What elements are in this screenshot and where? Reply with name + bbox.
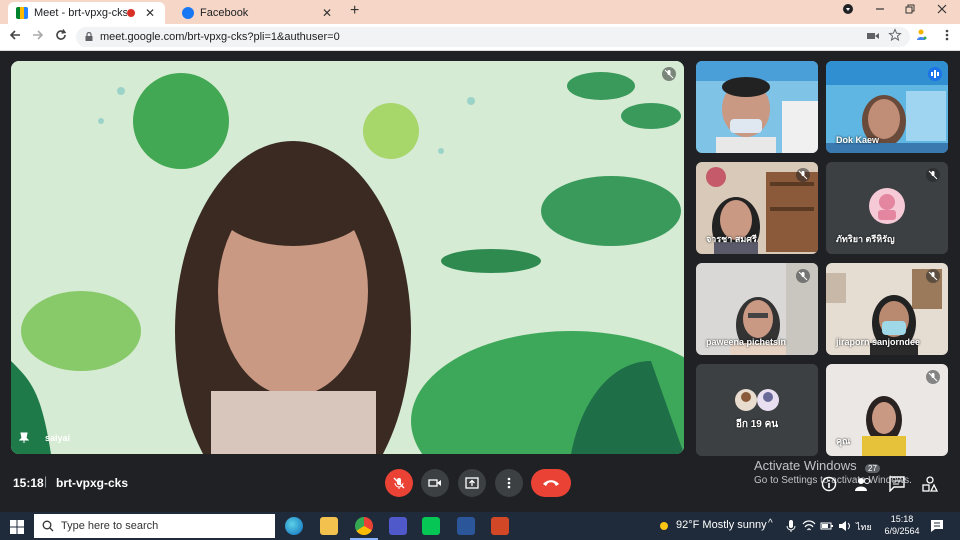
participant-tile-2[interactable]: Dok Kaew bbox=[826, 61, 948, 153]
browser-tab-strip: Meet - brt-vpxg-cks ✕ Facebook ✕ + bbox=[0, 0, 960, 24]
file-explorer-icon[interactable] bbox=[320, 517, 338, 535]
others-tile[interactable]: อีก 19 คน bbox=[696, 364, 818, 456]
lock-icon bbox=[85, 32, 93, 41]
line-app-icon[interactable] bbox=[422, 517, 440, 535]
camera-in-use-icon[interactable] bbox=[864, 29, 882, 45]
edge-browser-icon[interactable] bbox=[285, 517, 303, 535]
participant-tile-1[interactable] bbox=[696, 61, 818, 153]
main-speaker-name: saiyai bbox=[45, 433, 71, 443]
volume-icon[interactable] bbox=[838, 520, 852, 532]
activate-windows-title: Activate Windows bbox=[754, 458, 857, 473]
present-screen-button[interactable] bbox=[458, 469, 486, 497]
facebook-icon bbox=[182, 7, 194, 19]
participant-name-2: Dok Kaew bbox=[836, 135, 880, 145]
participant-name-5: paweena pichetsin bbox=[706, 337, 787, 347]
participant-name-4: ภัทริยา ตรีหิรัญ bbox=[836, 234, 895, 244]
mic-off-icon bbox=[393, 477, 405, 489]
pin-icon bbox=[19, 432, 29, 443]
extension-icon[interactable] bbox=[912, 28, 930, 45]
tab-meet-title: Meet - brt-vpxg-cks bbox=[34, 7, 127, 19]
search-icon bbox=[42, 520, 54, 532]
main-mic-off-icon bbox=[662, 67, 676, 81]
google-meet-icon bbox=[16, 7, 28, 19]
people-icon[interactable] bbox=[855, 476, 871, 492]
recording-dot-icon bbox=[127, 9, 135, 17]
present-icon bbox=[465, 477, 479, 489]
participant-tile-3[interactable]: จารชา สมศรี bbox=[696, 162, 818, 254]
weather-sunny-icon bbox=[660, 522, 668, 530]
self-name: คุณ bbox=[836, 436, 851, 446]
minimize-window-button[interactable] bbox=[870, 3, 890, 18]
chat-icon[interactable] bbox=[889, 476, 905, 492]
profile-menu-icon[interactable] bbox=[838, 3, 858, 18]
microphone-tray-icon[interactable] bbox=[786, 519, 796, 533]
power-icon[interactable] bbox=[820, 520, 834, 532]
back-icon[interactable] bbox=[6, 28, 24, 45]
reload-icon[interactable] bbox=[52, 28, 70, 45]
close-tab-facebook-button[interactable]: ✕ bbox=[320, 6, 334, 20]
participant-name-6: jiraporn sanjorndee bbox=[836, 337, 921, 347]
participant-video-1 bbox=[696, 61, 818, 153]
windows-start-icon[interactable] bbox=[10, 520, 24, 534]
notifications-icon[interactable] bbox=[930, 519, 944, 533]
taskbar-date[interactable]: 6/9/2564 bbox=[880, 526, 924, 536]
participant-mic-off-icon-3 bbox=[796, 168, 810, 182]
tray-overflow-button[interactable]: ^ bbox=[768, 518, 773, 529]
main-speaker-label: saiyai bbox=[19, 432, 70, 444]
toggle-mic-button[interactable] bbox=[385, 469, 413, 497]
meeting-clock: 15:18 bbox=[13, 476, 44, 490]
bookmark-star-icon[interactable] bbox=[886, 28, 904, 45]
participant-mic-off-icon-6 bbox=[926, 269, 940, 283]
chrome-browser-icon[interactable] bbox=[355, 517, 373, 535]
tab-facebook-title: Facebook bbox=[200, 7, 249, 19]
word-icon[interactable] bbox=[457, 517, 475, 535]
url-text: meet.google.com/brt-vpxg-cks?pli=1&authu… bbox=[100, 31, 340, 43]
new-tab-button[interactable]: + bbox=[350, 2, 359, 20]
address-bar-row: meet.google.com/brt-vpxg-cks?pli=1&authu… bbox=[0, 24, 960, 51]
network-icon[interactable] bbox=[802, 520, 816, 532]
forward-icon[interactable] bbox=[29, 28, 47, 45]
meeting-details-icon[interactable] bbox=[821, 476, 837, 492]
meeting-code: brt-vpxg-cks bbox=[56, 476, 129, 490]
clock-separator: | bbox=[44, 474, 48, 488]
underwater-background-image bbox=[11, 61, 684, 454]
tab-facebook[interactable]: Facebook ✕ bbox=[174, 2, 342, 24]
others-avatars bbox=[696, 364, 818, 456]
weather-status[interactable]: 92°F Mostly sunny bbox=[676, 519, 767, 531]
more-vert-icon bbox=[507, 477, 511, 489]
powerpoint-icon[interactable] bbox=[491, 517, 509, 535]
participant-mic-off-icon-4 bbox=[926, 168, 940, 182]
activities-icon[interactable] bbox=[922, 476, 938, 492]
teams-icon[interactable] bbox=[389, 517, 407, 535]
taskbar-search-placeholder: Type here to search bbox=[61, 520, 159, 532]
tab-meet[interactable]: Meet - brt-vpxg-cks ✕ bbox=[8, 2, 165, 24]
taskbar-time[interactable]: 15:18 bbox=[886, 514, 918, 524]
others-count-label: อีก 19 คน bbox=[735, 419, 779, 430]
participant-mic-off-icon-5 bbox=[796, 269, 810, 283]
participant-count-badge: 27 bbox=[865, 464, 880, 473]
camera-icon bbox=[428, 479, 441, 487]
leave-call-button[interactable] bbox=[531, 469, 571, 497]
participant-tile-5[interactable]: paweena pichetsin bbox=[696, 263, 818, 355]
self-tile[interactable]: คุณ bbox=[826, 364, 948, 456]
address-bar[interactable]: meet.google.com/brt-vpxg-cks?pli=1&authu… bbox=[76, 27, 910, 47]
input-language[interactable]: ไทย bbox=[856, 520, 872, 534]
windows-taskbar: Type here to search 92°F Mostly sunny ^ … bbox=[0, 512, 960, 540]
more-options-button[interactable] bbox=[495, 469, 523, 497]
hang-up-icon bbox=[543, 480, 559, 486]
speaking-indicator-icon bbox=[928, 67, 942, 81]
restore-window-button[interactable] bbox=[900, 3, 920, 18]
close-window-button[interactable] bbox=[932, 3, 952, 18]
participant-tile-6[interactable]: jiraporn sanjorndee bbox=[826, 263, 948, 355]
toggle-camera-button[interactable] bbox=[421, 469, 449, 497]
browser-menu-icon[interactable] bbox=[938, 28, 956, 45]
self-mic-off-icon bbox=[926, 370, 940, 384]
participant-tile-4[interactable]: ภัทริยา ตรีหิรัญ bbox=[826, 162, 948, 254]
close-tab-meet-button[interactable]: ✕ bbox=[143, 6, 157, 20]
taskbar-search-box[interactable]: Type here to search bbox=[34, 514, 275, 538]
main-speaker-video[interactable]: saiyai bbox=[11, 61, 684, 454]
participant-name-3: จารชา สมศรี bbox=[706, 234, 757, 244]
